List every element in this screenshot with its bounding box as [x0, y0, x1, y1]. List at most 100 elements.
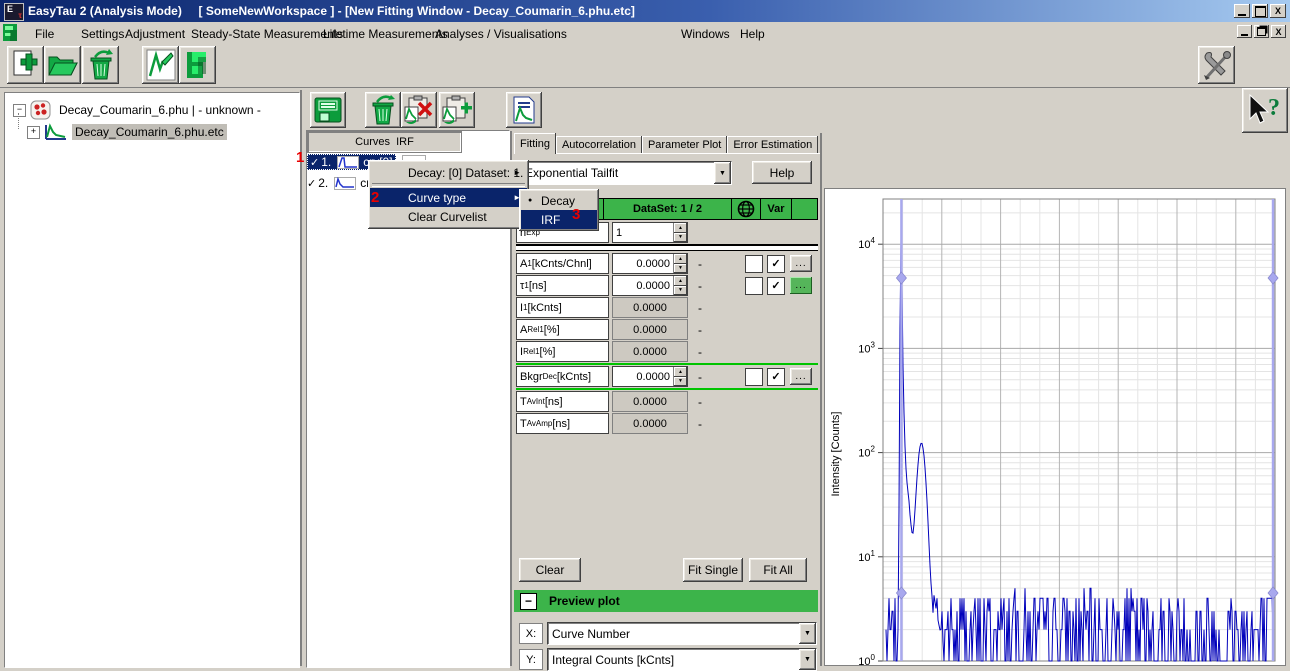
tab-autocorrelation[interactable]: Autocorrelation [556, 136, 642, 154]
spinner-up-icon[interactable]: ▲ [674, 223, 687, 233]
cursor-diamond-handle[interactable] [896, 272, 906, 284]
spinner-up-icon[interactable]: ▲ [674, 276, 687, 286]
param-value-n-exp[interactable]: 1▲▼ [612, 222, 688, 243]
spinner-a-1[interactable]: ▲▼ [673, 254, 687, 273]
param-fix-checkbox-a-1[interactable] [745, 255, 763, 273]
context-menu-item-clear-curvelist[interactable]: Clear Curvelist [370, 207, 527, 226]
menu-item-help[interactable]: Help [735, 25, 770, 43]
param-value-i-rel1: 0.0000 [612, 341, 688, 362]
spinner-up-icon[interactable]: ▲ [674, 254, 687, 264]
save-curve-button[interactable] [310, 92, 346, 128]
easytau-app-icon: E τ [4, 3, 24, 21]
y-tick-label: 102 [858, 445, 875, 460]
delete-button[interactable] [82, 46, 119, 84]
tree-child-label[interactable]: Decay_Coumarin_6.phu.etc [72, 124, 227, 140]
window-title: EasyTau 2 (Analysis Mode) [ SomeNewWorks… [28, 4, 635, 18]
param-options-button-1[interactable]: ... [790, 277, 812, 294]
phu-file-icon [30, 100, 52, 120]
tree-root-label[interactable]: Decay_Coumarin_6.phu | - unknown - [56, 102, 264, 118]
submenu-item-decay[interactable]: Decay● [521, 191, 597, 210]
panel-splitter-right[interactable] [820, 133, 822, 666]
y-tick-label: 104 [858, 236, 875, 251]
y-tick-label: 100 [858, 653, 875, 665]
param-var-checkbox-a-1[interactable]: ✓ [767, 255, 785, 273]
add-curve-to-list-button[interactable] [439, 92, 475, 128]
param-label-t-avamp: TAvAmp[ns] [516, 413, 609, 434]
tools-button[interactable] [1198, 46, 1235, 84]
maximize-button[interactable] [1252, 4, 1268, 18]
tree-child-row[interactable]: + Decay_Coumarin_6.phu.etc [27, 123, 227, 141]
spinner-bkgr-dec[interactable]: ▲▼ [673, 367, 687, 386]
menu-item-analyses-visualisations[interactable]: Analyses / Visualisations [430, 25, 572, 43]
context-help-button[interactable]: ? [1242, 88, 1288, 133]
minimize-button[interactable] [1234, 4, 1250, 18]
fit-tool-button[interactable] [179, 46, 216, 84]
y-axis-select-arrow[interactable]: ▼ [799, 649, 816, 670]
dataset-header: DataSet: 1 / 2 [603, 199, 731, 219]
param-label-a-rel1: ARel1[%] [516, 319, 609, 340]
x-axis-select-arrow[interactable]: ▼ [799, 623, 816, 644]
curve-row-inner[interactable]: ✓2.crv [307, 176, 376, 190]
model-select[interactable]: Exponential Tailfit ▼ [520, 161, 732, 185]
spinner-down-icon[interactable]: ▼ [674, 377, 687, 387]
global-cell[interactable] [731, 199, 760, 219]
section-separator [516, 244, 818, 251]
tab-parameter-plot[interactable]: Parameter Plot [642, 136, 727, 154]
spinner-1[interactable]: ▲▼ [673, 276, 687, 295]
param-value-a-rel1: 0.0000 [612, 319, 688, 340]
param-options-button-a-1[interactable]: ... [790, 255, 812, 272]
expand-expander-icon[interactable]: + [27, 126, 40, 139]
delete-curve-button[interactable] [365, 92, 401, 128]
context-menu-item-decay-0-dataset-1[interactable]: Decay: [0] Dataset: 1.► [370, 163, 527, 182]
curve-number: 2. [318, 176, 334, 190]
param-row-a-rel1: ARel1[%]0.0000- [516, 319, 818, 340]
mdi-minimize-button[interactable] [1237, 25, 1252, 38]
open-workspace-button[interactable] [44, 46, 81, 84]
spinner-down-icon[interactable]: ▼ [674, 286, 687, 296]
spinner-up-icon[interactable]: ▲ [674, 367, 687, 377]
cursor-diamond-handle[interactable] [1268, 587, 1278, 599]
tab-fitting[interactable]: Fitting [514, 133, 556, 154]
spinner-down-icon[interactable]: ▼ [674, 264, 687, 274]
param-var-checkbox-1[interactable]: ✓ [767, 277, 785, 295]
collapse-expander-icon[interactable]: − [13, 104, 26, 117]
y-axis-select[interactable]: Integral Counts [kCnts] ▼ [547, 648, 817, 671]
param-options-button-bkgr-dec[interactable]: ... [790, 368, 812, 385]
context-menu-item-curve-type[interactable]: Curve type► [370, 188, 527, 207]
menu-item-adjustment[interactable]: Adjustment [120, 25, 190, 43]
spinner-down-icon[interactable]: ▼ [674, 233, 687, 243]
submenu-item-irf[interactable]: IRF [521, 210, 597, 229]
menu-item-windows[interactable]: Windows [676, 25, 735, 43]
tree-root-row[interactable]: − Decay_Coumarin_6.phu | - unknown - [13, 101, 264, 119]
close-button[interactable]: X [1270, 4, 1286, 18]
panel-splitter-left[interactable] [300, 90, 302, 666]
tab-error-estimation[interactable]: Error Estimation [727, 136, 818, 154]
help-button[interactable]: Help [752, 161, 812, 184]
spinner-n-exp[interactable]: ▲▼ [673, 223, 687, 242]
clear-button[interactable]: Clear [519, 558, 581, 582]
collapse-section-button[interactable]: − [520, 593, 537, 610]
param-fix-checkbox-1[interactable] [745, 277, 763, 295]
param-value-a-1[interactable]: 0.0000▲▼ [612, 253, 688, 274]
mdi-close-button[interactable]: X [1271, 25, 1286, 38]
curve-check-icon[interactable]: ✓ [307, 177, 316, 190]
report-button[interactable] [506, 92, 542, 128]
param-fix-checkbox-bkgr-dec[interactable] [745, 368, 763, 386]
param-label-1: τ1[ns] [516, 275, 609, 296]
curve-check-icon[interactable]: ✓ [310, 156, 319, 169]
fit-single-button[interactable]: Fit Single [683, 558, 743, 582]
model-select-arrow[interactable]: ▼ [714, 162, 731, 184]
mdi-restore-button[interactable] [1254, 25, 1269, 38]
param-value-bkgr-dec[interactable]: 0.0000▲▼ [612, 366, 688, 387]
param-value-1[interactable]: 0.0000▲▼ [612, 275, 688, 296]
remove-curve-from-list-button[interactable] [401, 92, 437, 128]
cursor-diamond-handle[interactable] [1268, 272, 1278, 284]
menu-item-file[interactable]: File [30, 25, 59, 43]
fit-all-button[interactable]: Fit All [749, 558, 807, 582]
x-axis-select[interactable]: Curve Number ▼ [547, 622, 817, 645]
param-var-checkbox-bkgr-dec[interactable]: ✓ [767, 368, 785, 386]
fitting-window-icon[interactable] [3, 24, 19, 41]
new-workspace-button[interactable] [7, 46, 44, 84]
adjustment-curve-button[interactable] [142, 46, 179, 84]
param-dash: - [688, 417, 728, 431]
